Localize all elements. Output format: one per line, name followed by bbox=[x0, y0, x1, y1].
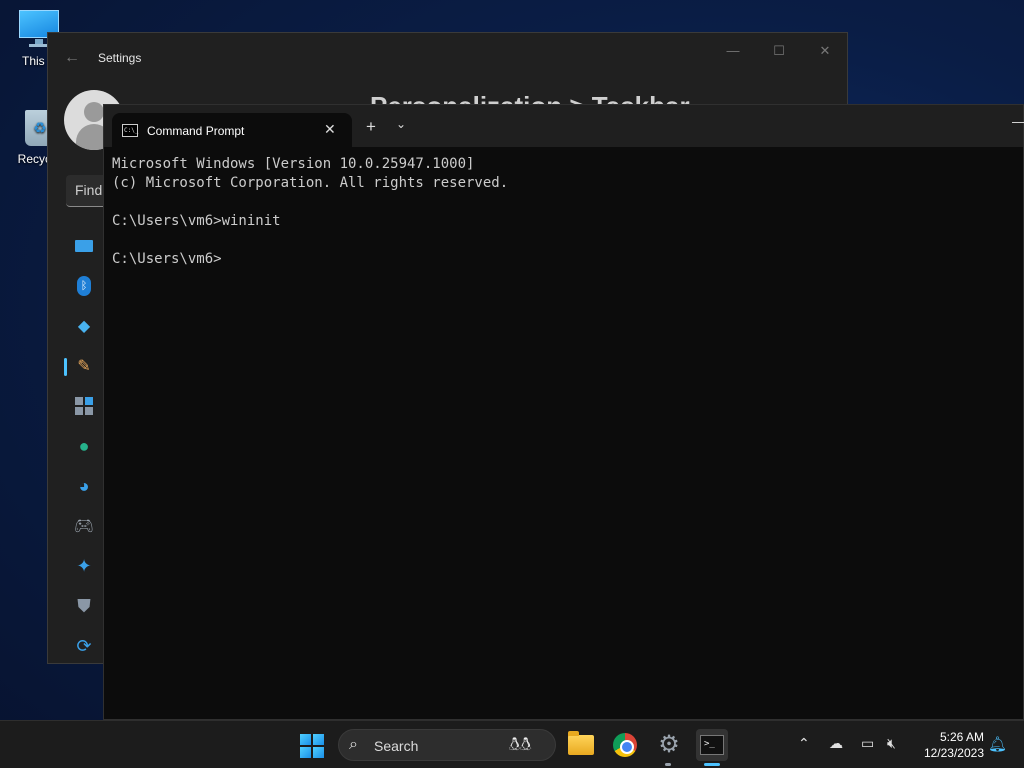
gaming-icon[interactable]: 🎮︎ bbox=[72, 514, 96, 538]
cmd-icon: C:\_ bbox=[122, 124, 138, 137]
new-tab-icon[interactable]: + bbox=[366, 117, 376, 137]
taskbar: ⌕ Search 🐧︎🐧︎ ⚙ >_ ⌃ ☁ ▭ 🔇︎ 5:26 AM 12/2… bbox=[0, 720, 1024, 768]
network-icon[interactable]: ◆ bbox=[72, 314, 96, 338]
close-tab-icon[interactable]: ✕ bbox=[324, 121, 336, 138]
bluetooth-icon[interactable]: ᛒ bbox=[72, 274, 96, 298]
console-line: C:\Users\vm6>wininit bbox=[112, 213, 281, 229]
maximize-icon[interactable]: ☐ bbox=[764, 43, 794, 59]
chevron-up-icon[interactable]: ⌃ bbox=[798, 735, 810, 752]
settings-title: Settings bbox=[98, 51, 142, 65]
search-label: Search bbox=[374, 738, 419, 754]
settings-titlebar: ← Settings — ☐ ✕ bbox=[48, 33, 847, 85]
notification-bell-icon[interactable]: 🔔︎ bbox=[988, 735, 1007, 753]
network-status-icon[interactable]: ▭ bbox=[861, 735, 874, 752]
console-prompt: C:\Users\vm6> bbox=[112, 251, 222, 267]
search-highlight-icon: 🐧︎🐧︎ bbox=[509, 734, 532, 754]
chrome-icon[interactable] bbox=[609, 729, 641, 761]
system-icon[interactable] bbox=[72, 234, 96, 258]
console-output[interactable]: Microsoft Windows [Version 10.0.25947.10… bbox=[112, 155, 508, 269]
apps-icon[interactable] bbox=[72, 394, 96, 418]
running-indicator bbox=[665, 763, 671, 766]
accounts-icon[interactable]: ● bbox=[72, 434, 96, 458]
start-icon[interactable] bbox=[300, 734, 324, 758]
console-line: (c) Microsoft Corporation. All rights re… bbox=[112, 175, 509, 191]
clock[interactable]: 5:26 AM 12/23/2023 bbox=[916, 729, 984, 761]
accessibility-icon[interactable]: ✦ bbox=[72, 554, 96, 578]
time: 5:26 AM bbox=[939, 730, 984, 744]
minimize-icon[interactable]: — bbox=[1012, 113, 1024, 129]
volume-muted-icon[interactable]: 🔇︎ bbox=[887, 735, 896, 752]
settings-icon[interactable]: ⚙ bbox=[653, 729, 685, 761]
back-arrow-icon[interactable]: ← bbox=[64, 49, 80, 67]
file-explorer-icon[interactable] bbox=[565, 729, 597, 761]
command-prompt-window: C:\_ Command Prompt ✕ + ⌄ — Microsoft Wi… bbox=[103, 104, 1024, 720]
taskbar-search[interactable]: ⌕ Search 🐧︎🐧︎ bbox=[338, 729, 556, 761]
terminal-tabbar: C:\_ Command Prompt ✕ + ⌄ — bbox=[104, 105, 1024, 147]
active-indicator bbox=[704, 763, 720, 766]
close-icon[interactable]: ✕ bbox=[810, 43, 840, 59]
tab-title: Command Prompt bbox=[147, 124, 245, 138]
search-icon: ⌕ bbox=[349, 736, 358, 753]
privacy-security-icon[interactable]: ⛊ bbox=[72, 594, 96, 618]
console-line: Microsoft Windows [Version 10.0.25947.10… bbox=[112, 156, 475, 172]
minimize-icon[interactable]: — bbox=[718, 43, 748, 58]
chevron-down-icon[interactable]: ⌄ bbox=[396, 117, 406, 131]
time-language-icon[interactable]: ◕ bbox=[72, 474, 96, 498]
date: 12/23/2023 bbox=[923, 746, 984, 760]
onedrive-offline-icon[interactable]: ☁ bbox=[829, 735, 843, 752]
nav-selection-indicator bbox=[64, 358, 67, 376]
terminal-icon[interactable]: >_ bbox=[696, 729, 728, 761]
windows-update-icon[interactable]: ⟳ bbox=[72, 634, 96, 658]
tab-command-prompt[interactable]: C:\_ Command Prompt ✕ bbox=[112, 113, 352, 147]
personalization-icon[interactable]: ✎ bbox=[72, 354, 96, 378]
